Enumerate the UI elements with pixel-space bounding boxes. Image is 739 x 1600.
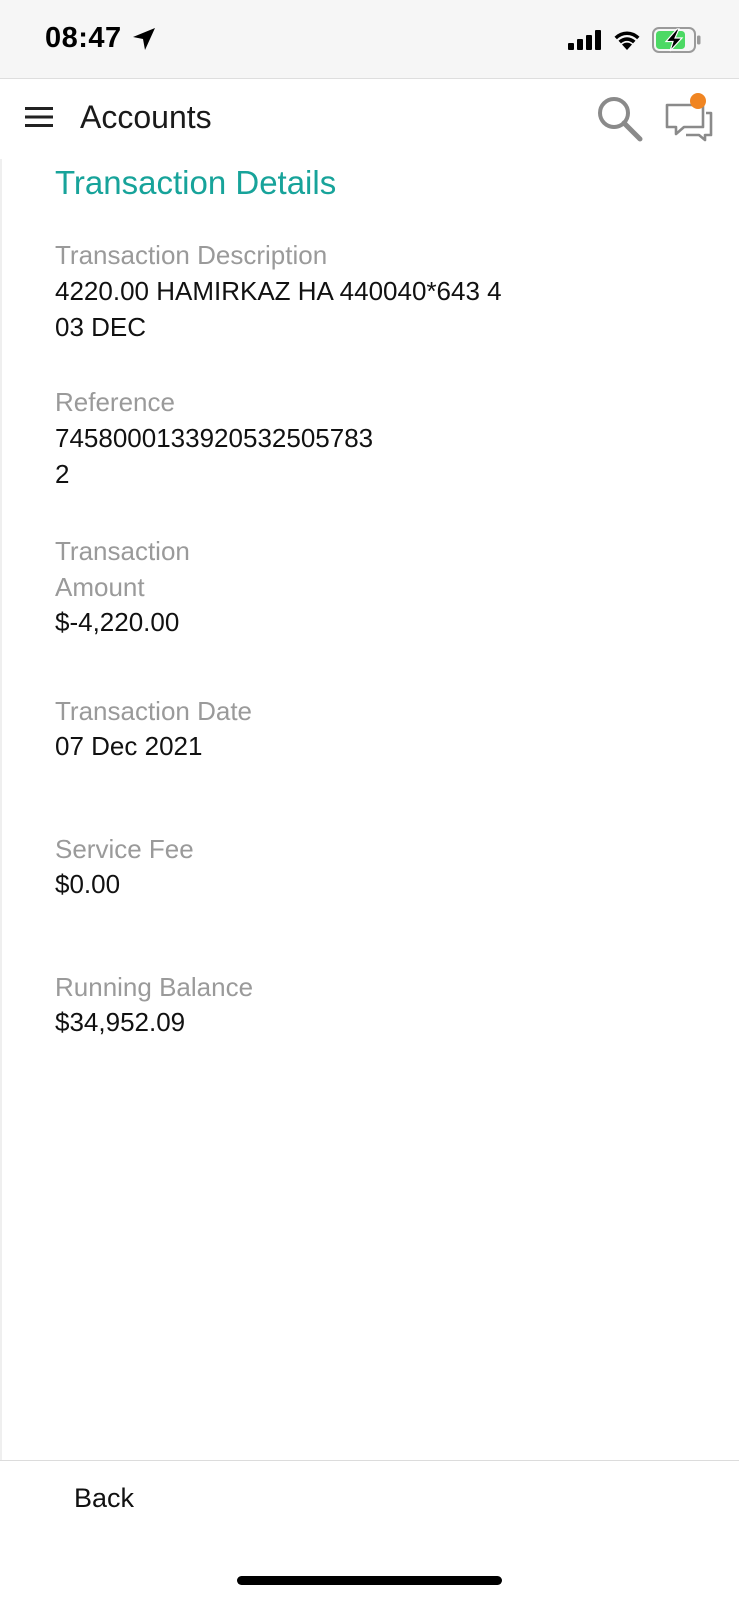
battery-charging-icon <box>652 27 701 53</box>
content-edge <box>0 159 2 1460</box>
cellular-signal-icon <box>568 30 601 50</box>
location-arrow-icon <box>133 28 155 50</box>
date-label: Transaction Date <box>55 696 253 726</box>
running-balance-label: Running Balance <box>55 972 254 1002</box>
home-indicator[interactable] <box>237 1576 502 1585</box>
hamburger-menu-icon[interactable] <box>25 106 53 128</box>
date-value: 07 Dec 2021 <box>55 731 203 761</box>
app-header: Accounts <box>0 79 739 159</box>
section-title: Transaction Details <box>55 164 337 201</box>
notification-dot <box>690 93 706 109</box>
footer-divider <box>0 1460 739 1461</box>
search-icon[interactable] <box>596 95 644 143</box>
running-balance-value: $34,952.09 <box>55 1007 186 1037</box>
transaction-details-screen: 08:47 Accounts Transaction Details Trans… <box>0 0 739 1600</box>
wifi-icon <box>614 31 640 50</box>
service-fee-value: $0.00 <box>55 869 121 899</box>
reference-value-line1: 745800013392053250578­3 <box>55 423 374 453</box>
reference-value-line2: 2 <box>55 459 70 489</box>
description-label: Transaction Description <box>55 240 328 270</box>
messages-icon[interactable] <box>664 93 714 143</box>
description-value-line2: 03 DEC <box>55 312 147 342</box>
service-fee-label: Service Fee <box>55 834 194 864</box>
back-button[interactable]: Back <box>74 1483 134 1514</box>
status-time: 08:47 <box>45 22 122 54</box>
amount-label-line2: Amount <box>55 572 145 602</box>
status-bar: 08:47 <box>0 0 739 78</box>
reference-label: Reference <box>55 387 175 417</box>
description-value-line1: 4220.00 HAMIRKAZ HA 440040*643 4 <box>55 276 502 306</box>
page-title: Accounts <box>80 99 212 135</box>
amount-value: $-4,220.00 <box>55 607 180 637</box>
amount-label-line1: Transaction <box>55 536 190 566</box>
